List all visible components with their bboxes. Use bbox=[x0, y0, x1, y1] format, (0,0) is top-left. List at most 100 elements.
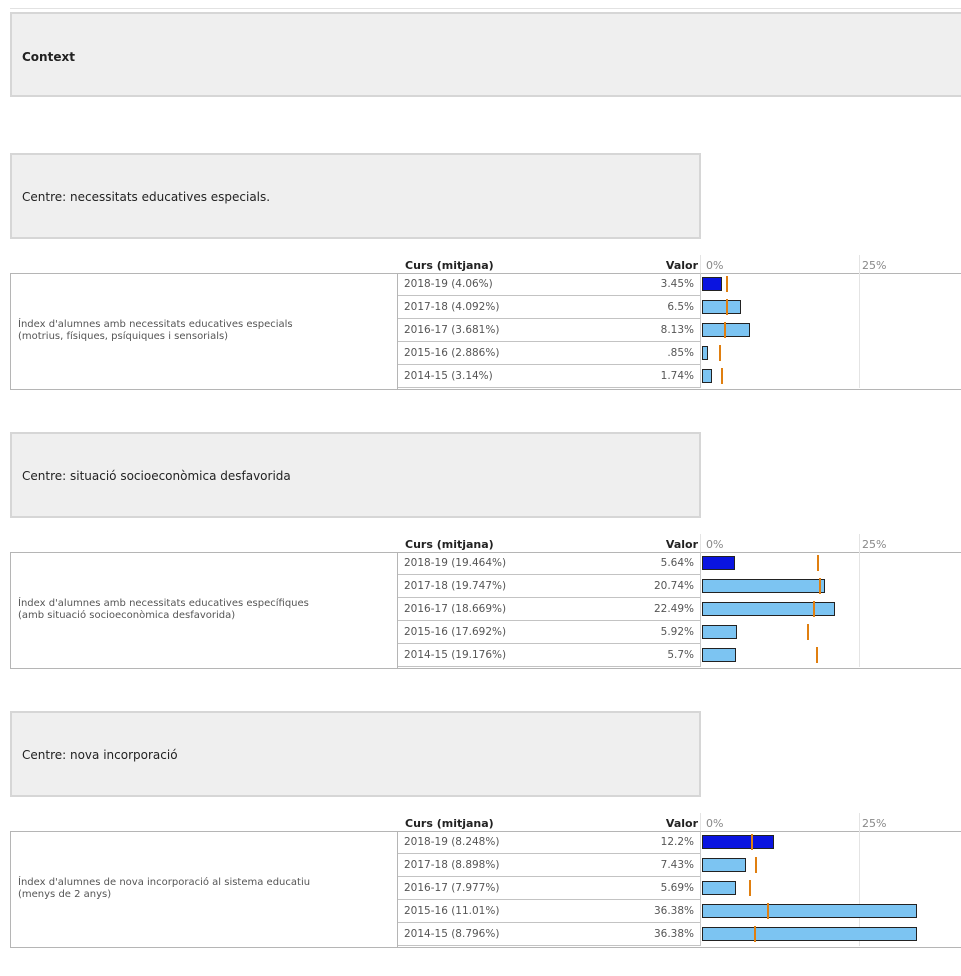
scale-label-zero: 0% bbox=[706, 259, 724, 272]
valor-cell: 7.43% bbox=[660, 859, 694, 871]
mean-marker bbox=[720, 368, 723, 384]
value-bar bbox=[702, 579, 825, 593]
column-header-valor: Valor bbox=[665, 259, 698, 272]
mean-marker bbox=[749, 880, 752, 896]
mean-marker bbox=[812, 601, 815, 617]
table-row: 2016-17 (18.669%) 22.49% bbox=[398, 598, 700, 621]
mean-marker bbox=[754, 926, 757, 942]
gridline-0 bbox=[700, 534, 701, 552]
valor-cell: 8.13% bbox=[660, 324, 694, 336]
valor-cell: 5.7% bbox=[667, 649, 694, 661]
value-bar bbox=[702, 300, 741, 314]
mean-marker bbox=[726, 299, 729, 315]
value-bar bbox=[702, 835, 775, 849]
table-row: 2016-17 (3.681%) 8.13% bbox=[398, 319, 700, 342]
curs-cell: 2018-19 (4.06%) bbox=[404, 278, 493, 290]
indicator-cell: Índex d'alumnes amb necessitats educativ… bbox=[10, 552, 398, 668]
curs-cell: 2017-18 (19.747%) bbox=[404, 580, 507, 592]
valor-cell: 36.38% bbox=[653, 928, 694, 940]
value-bar bbox=[702, 858, 746, 872]
indicator-label: Índex d'alumnes amb necessitats educativ… bbox=[18, 319, 293, 343]
valor-cell: 5.92% bbox=[660, 626, 694, 638]
curs-cell: 2014-15 (3.14%) bbox=[404, 370, 493, 382]
valor-cell: 20.74% bbox=[653, 580, 694, 592]
table-row: 2018-19 (4.06%) 3.45% bbox=[398, 273, 700, 296]
value-bar bbox=[702, 648, 736, 662]
curs-cell: 2016-17 (3.681%) bbox=[404, 324, 500, 336]
table-row: 2018-19 (19.464%) 5.64% bbox=[398, 552, 700, 575]
section-title: Centre: nova incorporació bbox=[22, 748, 178, 762]
section-panel: Centre: necessitats educatives especials… bbox=[10, 153, 701, 239]
section-panel: Centre: nova incorporació bbox=[10, 711, 701, 797]
gridline-0 bbox=[700, 255, 701, 273]
table-row: 2018-19 (8.248%) 12.2% bbox=[398, 831, 700, 854]
value-bar bbox=[702, 881, 736, 895]
mean-marker bbox=[719, 345, 722, 361]
indicator-cell: Índex d'alumnes de nova incorporació al … bbox=[10, 831, 398, 947]
valor-cell: 36.38% bbox=[653, 905, 694, 917]
column-header-valor: Valor bbox=[665, 538, 698, 551]
table-row: 2014-15 (19.176%) 5.7% bbox=[398, 644, 700, 667]
context-title: Context bbox=[22, 50, 75, 64]
curs-cell: 2018-19 (19.464%) bbox=[404, 557, 507, 569]
indicator-cell: Índex d'alumnes amb necessitats educativ… bbox=[10, 273, 398, 389]
curs-cell: 2016-17 (18.669%) bbox=[404, 603, 507, 615]
value-bar bbox=[702, 369, 713, 383]
gridline-25 bbox=[859, 534, 860, 667]
table-row: 2015-16 (11.01%) 36.38% bbox=[398, 900, 700, 923]
table-row: 2014-15 (8.796%) 36.38% bbox=[398, 923, 700, 946]
mean-marker bbox=[815, 647, 818, 663]
curs-cell: 2018-19 (8.248%) bbox=[404, 836, 500, 848]
curs-cell: 2015-16 (11.01%) bbox=[404, 905, 500, 917]
context-panel: Context bbox=[10, 12, 961, 97]
column-header-curs: Curs (mitjana) bbox=[405, 538, 494, 551]
column-header-valor: Valor bbox=[665, 817, 698, 830]
curs-cell: 2014-15 (19.176%) bbox=[404, 649, 507, 661]
indicator-label: Índex d'alumnes amb necessitats educativ… bbox=[18, 598, 309, 622]
top-divider bbox=[10, 8, 961, 9]
value-bar bbox=[702, 602, 836, 616]
value-bar bbox=[702, 323, 751, 337]
mean-marker bbox=[750, 834, 753, 850]
value-bar bbox=[702, 277, 723, 291]
indicator-label-line: (motrius, físiques, psíquiques i sensori… bbox=[18, 330, 229, 342]
mean-marker bbox=[817, 555, 820, 571]
mean-marker bbox=[754, 857, 757, 873]
curs-cell: 2016-17 (7.977%) bbox=[404, 882, 500, 894]
valor-cell: 1.74% bbox=[660, 370, 694, 382]
mean-marker bbox=[767, 903, 770, 919]
curs-cell: 2017-18 (8.898%) bbox=[404, 859, 500, 871]
table-row: 2015-16 (2.886%) .85% bbox=[398, 342, 700, 365]
indicator-label-line: Índex d'alumnes amb necessitats educativ… bbox=[18, 597, 309, 609]
gridline-0 bbox=[700, 813, 701, 831]
valor-cell: 12.2% bbox=[660, 836, 694, 848]
scale-label-25: 25% bbox=[862, 817, 887, 830]
scale-label-zero: 0% bbox=[706, 538, 724, 551]
indicator-label-line: Índex d'alumnes amb necessitats educativ… bbox=[18, 318, 293, 330]
column-header-curs: Curs (mitjana) bbox=[405, 817, 494, 830]
scale-label-zero: 0% bbox=[706, 817, 724, 830]
valor-cell: 5.64% bbox=[660, 557, 694, 569]
valor-cell: 22.49% bbox=[653, 603, 694, 615]
value-bar bbox=[702, 346, 708, 360]
valor-cell: .85% bbox=[667, 347, 694, 359]
table-row: 2016-17 (7.977%) 5.69% bbox=[398, 877, 700, 900]
column-header-curs: Curs (mitjana) bbox=[405, 259, 494, 272]
valor-cell: 6.5% bbox=[667, 301, 694, 313]
mean-marker bbox=[726, 276, 729, 292]
table-row: 2017-18 (8.898%) 7.43% bbox=[398, 854, 700, 877]
indicator-label-line: (menys de 2 anys) bbox=[18, 888, 112, 900]
indicator-label-line: (amb situació socioeconòmica desfavorida… bbox=[18, 609, 236, 621]
table-row: 2014-15 (3.14%) 1.74% bbox=[398, 365, 700, 388]
curs-cell: 2015-16 (17.692%) bbox=[404, 626, 507, 638]
value-bar bbox=[702, 556, 736, 570]
curs-cell: 2014-15 (8.796%) bbox=[404, 928, 500, 940]
valor-cell: 5.69% bbox=[660, 882, 694, 894]
table-row: 2015-16 (17.692%) 5.92% bbox=[398, 621, 700, 644]
indicator-label: Índex d'alumnes de nova incorporació al … bbox=[18, 877, 310, 901]
table-row: 2017-18 (19.747%) 20.74% bbox=[398, 575, 700, 598]
curs-cell: 2015-16 (2.886%) bbox=[404, 347, 500, 359]
value-bar bbox=[702, 904, 918, 918]
gridline-25 bbox=[859, 255, 860, 388]
section-title: Centre: necessitats educatives especials… bbox=[22, 190, 271, 204]
